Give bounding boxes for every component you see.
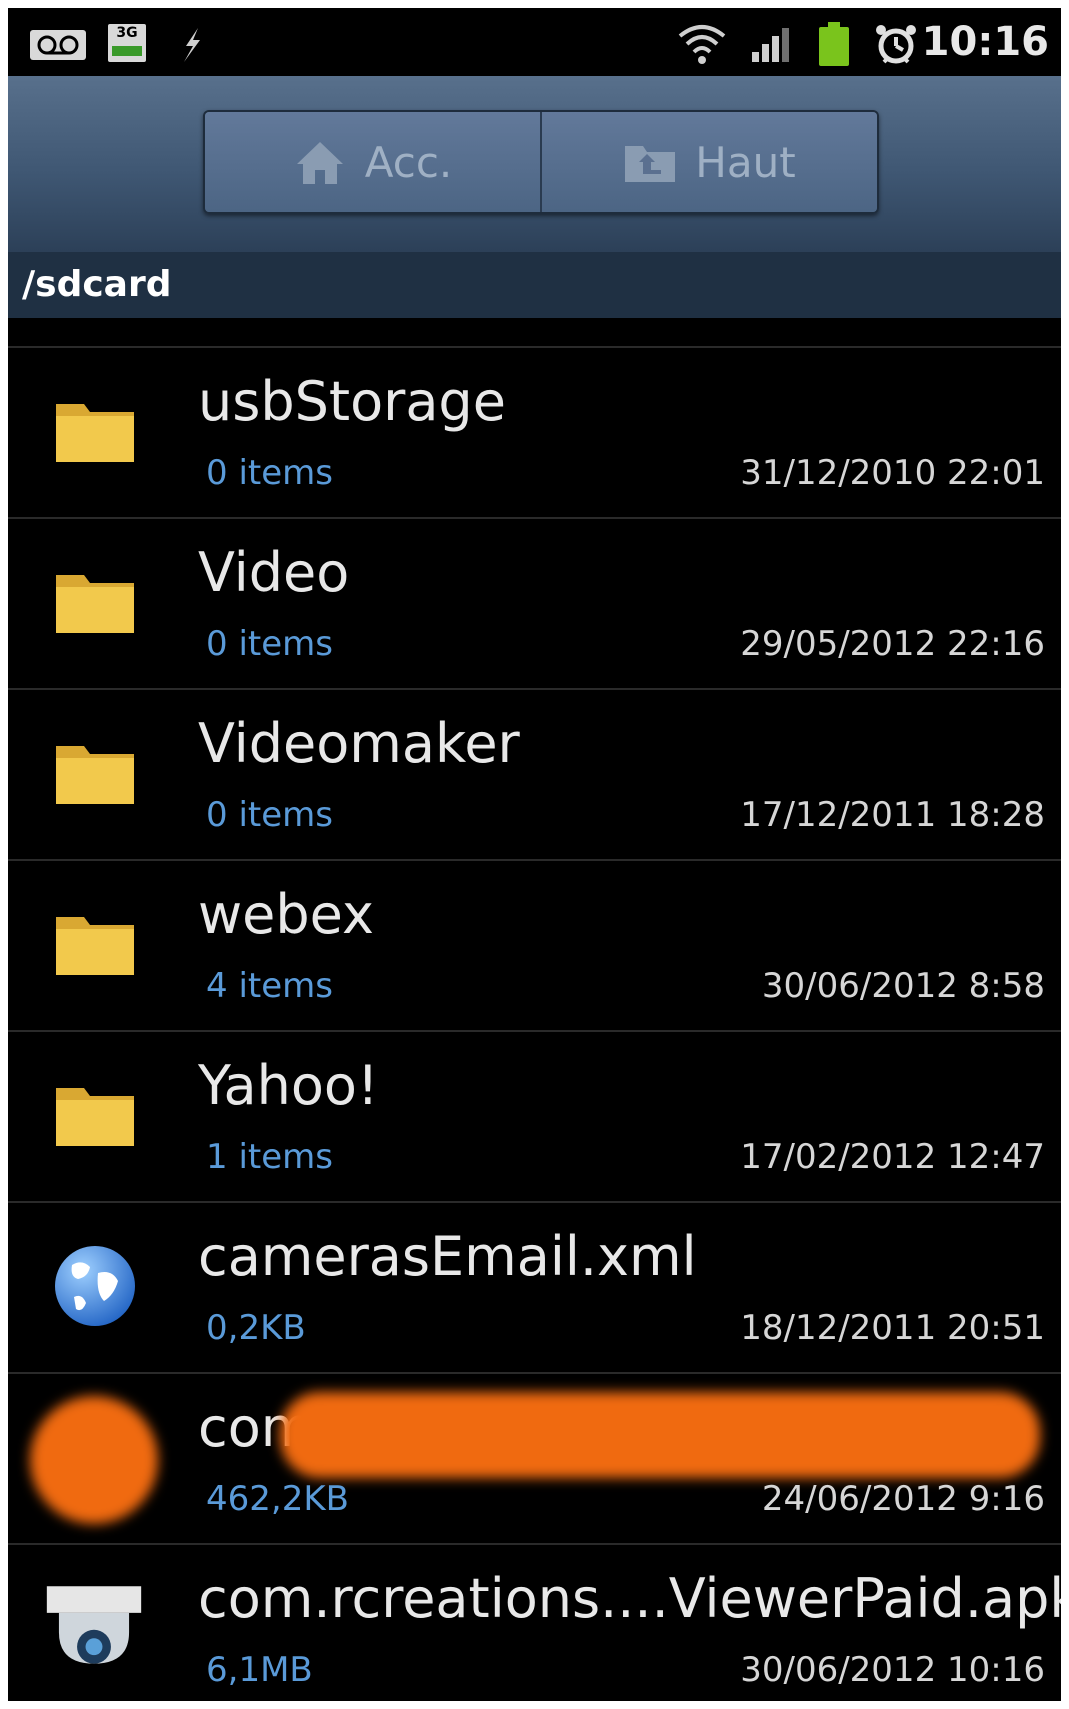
signal-icon [750,24,794,64]
item-name: Video [198,541,350,604]
item-name: com.rcreations....ViewerPaid.apk [198,1567,1061,1630]
folder-icon [56,575,134,633]
globe-icon [55,1246,135,1326]
item-name: camerasEmail.xml [198,1225,697,1288]
list-item[interactable]: webex 4 items 30/06/2012 8:58 [8,859,1061,1030]
status-time: 10:16 [921,19,1049,65]
item-meta: 0 items [206,624,333,664]
home-button[interactable]: Acc. [205,112,540,212]
list-item[interactable]: com 462,2KB 24/06/2012 9:16 [8,1372,1061,1543]
up-button[interactable]: Haut [540,112,877,212]
item-date: 18/12/2011 20:51 [740,1308,1045,1348]
item-date: 17/02/2012 12:47 [740,1137,1045,1177]
status-bar: 3G 10:16 [8,8,1061,76]
redacted-filename [280,1392,1040,1478]
item-meta: 0,2KB [206,1308,306,1348]
battery-icon [816,20,852,68]
current-path: /sdcard [8,252,1061,318]
item-name: usbStorage [198,370,506,433]
list-item[interactable]: com.rcreations....ViewerPaid.apk 6,1MB 3… [8,1543,1061,1701]
usb-icon [176,24,206,64]
item-name: Yahoo! [198,1054,379,1117]
security-camera-icon [46,1586,142,1664]
list-item[interactable]: camerasEmail.xml 0,2KB 18/12/2011 20:51 [8,1201,1061,1372]
list-item[interactable]: Videomaker 0 items 17/12/2011 18:28 [8,688,1061,859]
alarm-icon [874,22,918,66]
item-date: 31/12/2010 22:01 [740,453,1045,493]
nav-button-group: Acc. Haut [203,110,879,214]
item-name: webex [198,883,374,946]
item-date: 30/06/2012 8:58 [761,966,1045,1006]
item-meta: 1 items [206,1137,333,1177]
list-item[interactable]: usbStorage 0 items 31/12/2010 22:01 [8,346,1061,517]
item-date: 17/12/2011 18:28 [740,795,1045,835]
redacted-app-icon [30,1396,158,1524]
file-list[interactable]: usbStorage 0 items 31/12/2010 22:01 Vide… [8,346,1061,1701]
up-button-label: Haut [695,137,796,187]
folder-up-icon [625,146,676,182]
item-name: Videomaker [198,712,520,775]
item-meta: 4 items [206,966,333,1006]
item-date: 24/06/2012 9:16 [761,1479,1045,1519]
item-meta: 6,1MB [206,1650,313,1690]
list-item[interactable]: Yahoo! 1 items 17/02/2012 12:47 [8,1030,1061,1201]
folder-icon [56,917,134,975]
list-item[interactable]: Video 0 items 29/05/2012 22:16 [8,517,1061,688]
folder-icon [56,404,134,462]
item-meta: 0 items [206,795,333,835]
3g-label: 3G [116,25,138,41]
item-meta: 462,2KB [206,1479,349,1519]
home-icon [296,142,343,184]
wifi-icon [676,22,728,66]
toolbar: Acc. Haut [8,76,1061,252]
3g-icon: 3G [108,24,146,62]
item-date: 30/06/2012 10:16 [740,1650,1045,1690]
phone-screen: 3G 10:16 Acc. Haut /sdcard usbStorage 0 … [8,8,1061,1701]
item-date: 29/05/2012 22:16 [740,624,1045,664]
voicemail-icon [30,30,86,60]
item-meta: 0 items [206,453,333,493]
folder-icon [56,1088,134,1146]
folder-icon [56,746,134,804]
home-button-label: Acc. [364,137,453,187]
